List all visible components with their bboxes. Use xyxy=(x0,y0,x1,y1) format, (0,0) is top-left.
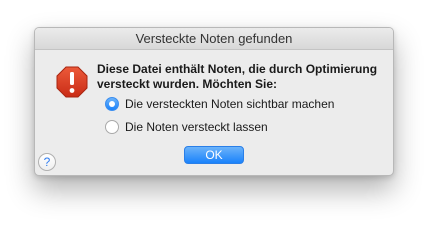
dialog-message-line-1: Diese Datei enthält Noten, die durch Opt… xyxy=(97,62,378,76)
radio-selected-icon[interactable] xyxy=(105,97,119,111)
radio-unselected-icon[interactable] xyxy=(105,120,119,134)
option-show-hidden-notes[interactable]: Die versteckten Noten sichtbar machen xyxy=(105,96,334,112)
dialog-window: Versteckte Noten gefunden Diese Datei en… xyxy=(34,27,394,176)
help-icon[interactable]: ? xyxy=(38,153,56,171)
option-label: Die Noten versteckt lassen xyxy=(125,120,268,134)
stop-octagon-exclamation-icon xyxy=(56,66,88,98)
dialog-message-line-2: versteckt wurden. Möchten Sie: xyxy=(97,77,278,91)
ok-button[interactable]: OK xyxy=(184,146,244,164)
option-keep-notes-hidden[interactable]: Die Noten versteckt lassen xyxy=(105,119,268,135)
dialog-message: Diese Datei enthält Noten, die durch Opt… xyxy=(97,62,387,92)
option-label: Die versteckten Noten sichtbar machen xyxy=(125,97,335,111)
dialog-title: Versteckte Noten gefunden xyxy=(35,28,393,50)
